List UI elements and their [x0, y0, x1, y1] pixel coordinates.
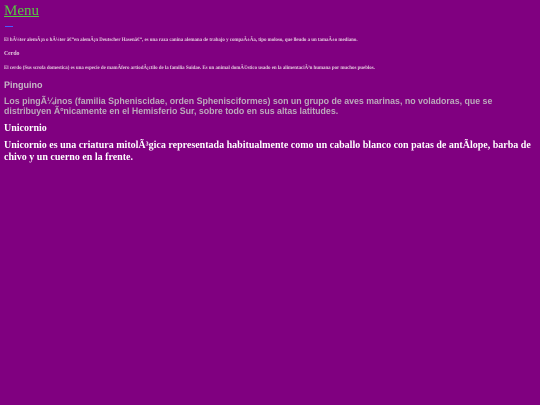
- penguin-heading: Pinguino: [4, 80, 43, 90]
- pig-heading: Cerdo: [4, 51, 20, 57]
- menu-link[interactable]: Menu: [4, 2, 39, 20]
- dog-paragraph: El hÃ¼ter alemÃ¡n o hÃ¼ter â€“en alemÃ¡n…: [4, 38, 358, 43]
- pig-paragraph: El cerdo (Sus scrofa domestica) es una e…: [4, 66, 375, 71]
- penguin-paragraph: Los pingÃ¼inos (familia Spheniscidae, or…: [4, 96, 493, 116]
- unicorn-paragraph: Unicornio es una criatura mitolÃ³gica re…: [4, 140, 531, 163]
- page: Menu El hÃ¼ter alemÃ¡n o hÃ¼ter â€“en al…: [0, 0, 540, 405]
- unicorn-heading: Unicornio: [4, 123, 47, 134]
- small-link-underline[interactable]: [5, 21, 13, 27]
